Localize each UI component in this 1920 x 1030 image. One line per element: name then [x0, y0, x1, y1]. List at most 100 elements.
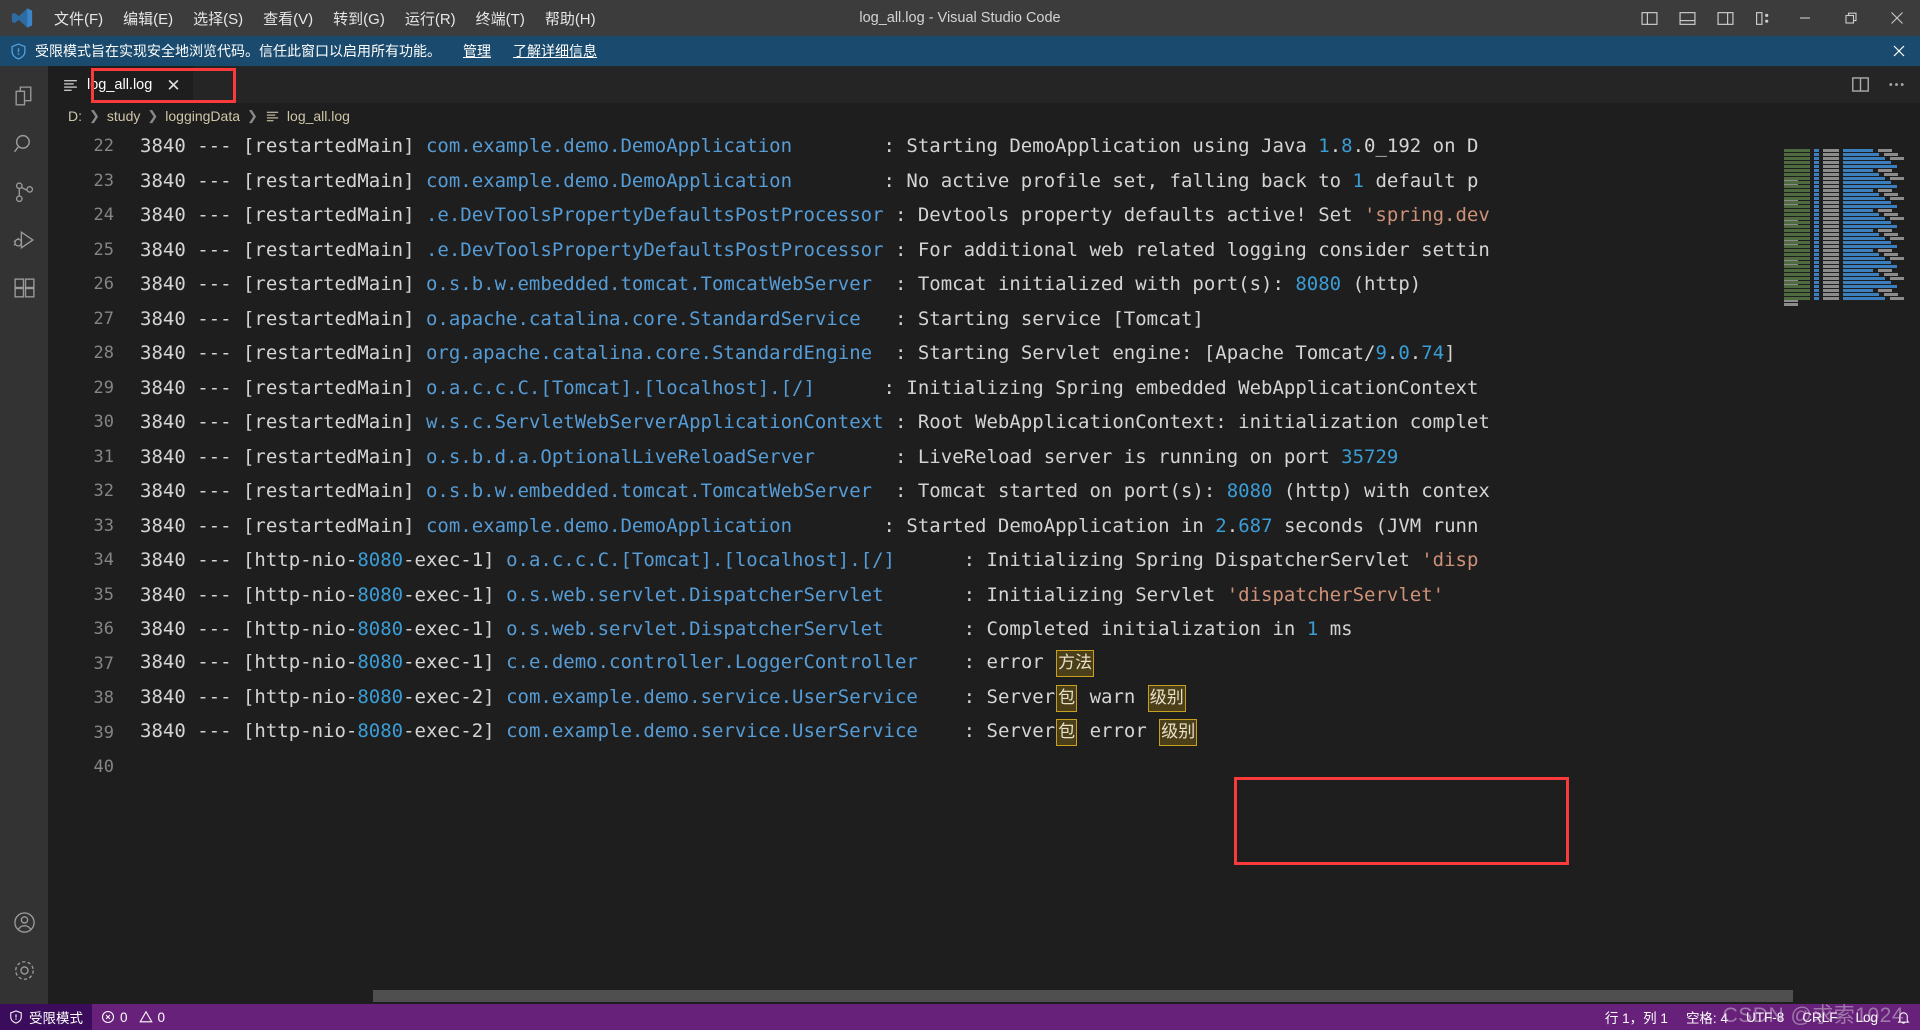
code-line[interactable]: 39 3840 --- [http-nio-8080-exec-2] com.ex… — [48, 716, 1920, 751]
gear-icon[interactable] — [0, 946, 48, 994]
breadcrumb[interactable]: D: ❯ study ❯ loggingData ❯ log_all.log — [48, 103, 1920, 129]
status-restricted-mode[interactable]: 受限模式 — [0, 1004, 92, 1030]
code-token: ] — [1444, 342, 1456, 365]
code-line[interactable]: 26 3840 --- [restartedMain] o.s.b.w.embed… — [48, 267, 1920, 302]
accounts-button[interactable] — [0, 898, 48, 946]
code-token: 8080 — [357, 618, 404, 641]
code-token: com.example.demo.service.UserService — [506, 720, 918, 743]
menu-edit[interactable]: 编辑(E) — [113, 0, 183, 36]
split-editor-icon[interactable] — [1846, 71, 1874, 99]
sidebar-item-run-debug[interactable] — [0, 216, 48, 264]
breadcrumb-item-3[interactable]: log_all.log — [287, 108, 350, 124]
breadcrumb-item-2[interactable]: loggingData — [165, 108, 240, 124]
minimize-button[interactable] — [1782, 0, 1828, 36]
status-problems[interactable]: 0 0 — [92, 1004, 174, 1030]
banner-learn-more-link[interactable]: 了解详细信息 — [513, 41, 597, 61]
code-token: com.example.demo.DemoApplication — [425, 135, 793, 158]
code-line[interactable]: 40 — [48, 750, 1920, 785]
breadcrumb-item-0[interactable]: D: — [68, 108, 82, 124]
code-token: o.apache.catalina.core.StandardService — [425, 307, 861, 330]
code-token: . — [1329, 135, 1342, 158]
code-token: 8080 — [1295, 273, 1342, 296]
code-token: 8080 — [357, 720, 404, 743]
menu-bar[interactable]: 文件(F) 编辑(E) 选择(S) 查看(V) 转到(G) 运行(R) 终端(T… — [44, 0, 606, 36]
code-editor[interactable]: 22 3840 --- [restartedMain] com.example.d… — [48, 129, 1920, 1004]
status-encoding[interactable]: UTF-8 — [1737, 1004, 1793, 1030]
menu-help[interactable]: 帮助(H) — [535, 0, 606, 36]
code-token: 'dispatcherServlet' — [1226, 583, 1445, 606]
code-token: 3840 --- [restartedMain] — [140, 514, 426, 537]
code-line[interactable]: 25 3840 --- [restartedMain] .e.DevToolsPr… — [48, 233, 1920, 268]
code-lines[interactable]: 22 3840 --- [restartedMain] com.example.d… — [48, 129, 1920, 1004]
code-token: 1 — [1352, 169, 1364, 192]
restore-button[interactable] — [1828, 0, 1874, 36]
code-line[interactable]: 24 3840 --- [restartedMain] .e.DevToolsPr… — [48, 198, 1920, 233]
code-line[interactable]: 22 3840 --- [restartedMain] com.example.d… — [48, 129, 1920, 164]
banner-manage-link[interactable]: 管理 — [463, 41, 491, 61]
code-line[interactable]: 31 3840 --- [restartedMain] o.s.b.d.a.Opt… — [48, 440, 1920, 475]
code-line[interactable]: 33 3840 --- [restartedMain] com.example.d… — [48, 509, 1920, 544]
sidebar-item-explorer[interactable] — [0, 72, 48, 120]
code-line-text: 3840 --- [http-nio-8080-exec-1] o.s.web.… — [140, 584, 1444, 606]
line-number: 32 — [93, 481, 114, 502]
tab-log-all-log[interactable]: log_all.log ✕ — [48, 66, 193, 103]
code-line[interactable]: 27 3840 --- [restartedMain] o.apache.cata… — [48, 302, 1920, 337]
status-cursor-position[interactable]: 行 1，列 1 — [1596, 1004, 1677, 1030]
code-token: w.s.c.ServletWebServerApplicationContext — [425, 411, 884, 434]
status-indentation[interactable]: 空格: 4 — [1677, 1004, 1737, 1030]
code-token: (http) with contex — [1272, 480, 1490, 503]
horizontal-scrollbar[interactable] — [48, 990, 1920, 1004]
code-line[interactable]: 28 3840 --- [restartedMain] org.apache.ca… — [48, 336, 1920, 371]
shield-icon — [9, 1010, 23, 1024]
line-number: 38 — [93, 688, 114, 709]
overview-ruler[interactable] — [1906, 129, 1920, 1004]
line-number: 22 — [93, 136, 114, 157]
breadcrumb-separator: ❯ — [147, 108, 159, 123]
code-token: 74 — [1421, 342, 1445, 365]
code-token: 3840 --- [restartedMain] — [140, 411, 426, 434]
code-line-text: 3840 --- [http-nio-8080-exec-1] o.s.web.… — [140, 618, 1353, 640]
sidebar-item-source-control[interactable] — [0, 168, 48, 216]
menu-run[interactable]: 运行(R) — [395, 0, 466, 36]
code-token: o.s.b.d.a.OptionalLiveReloadServer — [425, 445, 815, 468]
tab-close-icon[interactable]: ✕ — [166, 77, 180, 94]
code-token: -exec-1] — [403, 549, 507, 572]
toggle-secondary-sidebar-icon[interactable] — [1706, 0, 1744, 36]
line-number: 31 — [93, 446, 114, 467]
line-number: 30 — [93, 412, 114, 433]
toggle-panel-icon[interactable] — [1668, 0, 1706, 36]
menu-terminal[interactable]: 终端(T) — [466, 0, 535, 36]
code-token: 3840 --- [http-nio- — [140, 583, 358, 606]
code-line[interactable]: 23 3840 --- [restartedMain] com.example.d… — [48, 164, 1920, 199]
more-actions-icon[interactable] — [1882, 71, 1910, 99]
code-token: o.a.c.c.C.[Tomcat].[localhost].[/] — [506, 549, 895, 572]
line-number: 25 — [93, 239, 114, 260]
sidebar-item-search[interactable] — [0, 120, 48, 168]
breadcrumb-item-1[interactable]: study — [107, 108, 140, 124]
status-eol[interactable]: CRLF — [1793, 1004, 1846, 1030]
bell-icon[interactable] — [1887, 1004, 1920, 1030]
menu-selection[interactable]: 选择(S) — [183, 0, 253, 36]
menu-go[interactable]: 转到(G) — [323, 0, 395, 36]
code-line[interactable]: 37 3840 --- [http-nio-8080-exec-1] c.e.de… — [48, 647, 1920, 682]
horizontal-scrollbar-thumb[interactable] — [373, 990, 1793, 1002]
menu-file[interactable]: 文件(F) — [44, 0, 113, 36]
status-language-mode[interactable]: Log — [1846, 1004, 1887, 1030]
code-token: : Initializing Spring embedded WebApplic… — [814, 376, 1479, 399]
sidebar-item-extensions[interactable] — [0, 264, 48, 312]
code-line[interactable]: 30 3840 --- [restartedMain] w.s.c.Servlet… — [48, 405, 1920, 440]
close-button[interactable] — [1874, 0, 1920, 36]
code-line[interactable]: 38 3840 --- [http-nio-8080-exec-2] com.ex… — [48, 681, 1920, 716]
code-line[interactable]: 34 3840 --- [http-nio-8080-exec-1] o.a.c.… — [48, 543, 1920, 578]
code-line[interactable]: 32 3840 --- [restartedMain] o.s.b.w.embed… — [48, 474, 1920, 509]
customize-layout-icon[interactable] — [1744, 0, 1782, 36]
code-line[interactable]: 36 3840 --- [http-nio-8080-exec-1] o.s.we… — [48, 612, 1920, 647]
menu-view[interactable]: 查看(V) — [253, 0, 323, 36]
code-token: 8080 — [357, 583, 404, 606]
code-line[interactable]: 29 3840 --- [restartedMain] o.a.c.c.C.[To… — [48, 371, 1920, 406]
toggle-primary-sidebar-icon[interactable] — [1630, 0, 1668, 36]
banner-close-icon[interactable] — [1886, 36, 1912, 66]
code-token: : Root WebApplicationContext: initializa… — [883, 411, 1490, 434]
code-line[interactable]: 35 3840 --- [http-nio-8080-exec-1] o.s.we… — [48, 578, 1920, 613]
code-token: 3840 --- [http-nio- — [140, 549, 358, 572]
